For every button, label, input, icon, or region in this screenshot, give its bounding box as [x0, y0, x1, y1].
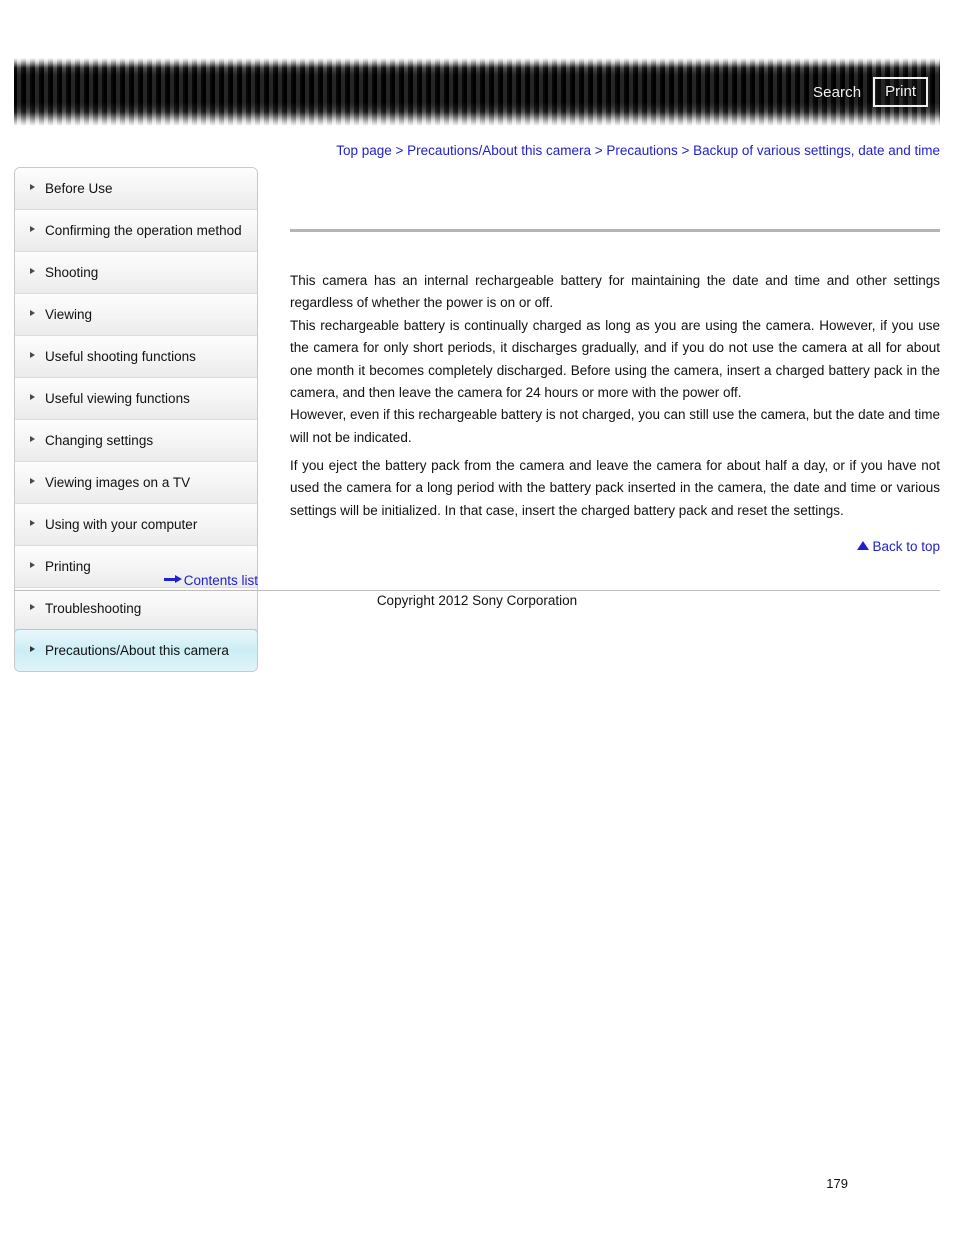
triangle-right-icon	[30, 226, 35, 232]
contents-list-label: Contents list	[183, 572, 258, 588]
breadcrumb-item-top-page[interactable]: Top page	[336, 143, 392, 158]
sidebar-item-label: Confirming the operation method	[45, 223, 242, 238]
sidebar-item-label: Using with your computer	[45, 517, 198, 532]
triangle-up-icon	[857, 540, 870, 550]
triangle-right-icon	[30, 310, 35, 316]
sidebar-item-useful-shooting-functions[interactable]: Useful shooting functions	[15, 336, 257, 378]
triangle-right-icon	[30, 268, 35, 274]
sidebar-item-precautions-about-this-camera[interactable]: Precautions/About this camera	[15, 629, 257, 671]
triangle-right-icon	[30, 394, 35, 400]
header-banner: Search Print	[14, 58, 940, 126]
sidebar-item-shooting[interactable]: Shooting	[15, 252, 257, 294]
sidebar-item-useful-viewing-functions[interactable]: Useful viewing functions	[15, 378, 257, 420]
arrow-right-icon	[163, 574, 182, 584]
sidebar-item-viewing-images-on-a-tv[interactable]: Viewing images on a TV	[15, 462, 257, 504]
breadcrumb-separator: >	[677, 143, 694, 158]
content-divider	[290, 229, 940, 232]
body-paragraph-1: This camera has an internal rechargeable…	[290, 273, 940, 445]
triangle-right-icon	[30, 352, 35, 358]
breadcrumb-item-current-page[interactable]: Backup of various settings, date and tim…	[693, 143, 940, 158]
back-to-top-label: Back to top	[872, 538, 940, 554]
sidebar-item-label: Changing settings	[45, 433, 154, 448]
sidebar-item-label: Before Use	[45, 181, 113, 196]
triangle-right-icon	[30, 184, 35, 190]
print-button[interactable]: Print	[873, 77, 928, 107]
sidebar-item-using-with-your-computer[interactable]: Using with your computer	[15, 504, 257, 546]
sidebar-item-before-use[interactable]: Before Use	[15, 168, 257, 210]
sidebar-item-label: Useful viewing functions	[45, 391, 190, 406]
search-button[interactable]: Search	[813, 85, 861, 100]
sidebar-item-confirming-the-operation-method[interactable]: Confirming the operation method	[15, 210, 257, 252]
triangle-right-icon	[30, 478, 35, 484]
sidebar-item-label: Shooting	[45, 265, 99, 280]
breadcrumb-item-precautions-about-this-camera[interactable]: Precautions/About this camera	[407, 143, 591, 158]
sidebar-item-label: Useful shooting functions	[45, 349, 196, 364]
footer-divider	[14, 590, 940, 591]
triangle-right-icon	[30, 562, 35, 568]
breadcrumb-item-precautions[interactable]: Precautions	[606, 143, 677, 158]
sidebar-item-label: Viewing	[45, 307, 93, 322]
back-to-top-link[interactable]: Back to top	[290, 538, 940, 554]
triangle-right-icon	[30, 436, 35, 442]
triangle-right-icon	[30, 520, 35, 526]
triangle-right-icon	[30, 646, 35, 652]
sidebar-item-label: Viewing images on a TV	[45, 475, 191, 490]
breadcrumb-separator: >	[391, 143, 408, 158]
breadcrumb-separator: >	[591, 143, 607, 158]
header-stripe-texture	[14, 58, 940, 126]
breadcrumb: Top page > Precautions/About this camera…	[290, 143, 940, 158]
sidebar-item-viewing[interactable]: Viewing	[15, 294, 257, 336]
copyright-notice: Copyright 2012 Sony Corporation	[376, 593, 578, 608]
header-actions: Search Print	[813, 58, 928, 126]
contents-list-link[interactable]: Contents list	[14, 572, 258, 588]
sidebar-item-changing-settings[interactable]: Changing settings	[15, 420, 257, 462]
body-paragraph-2: If you eject the battery pack from the c…	[290, 458, 940, 518]
page-number: 179	[826, 1176, 848, 1191]
sidebar-item-label: Precautions/About this camera	[45, 643, 229, 658]
